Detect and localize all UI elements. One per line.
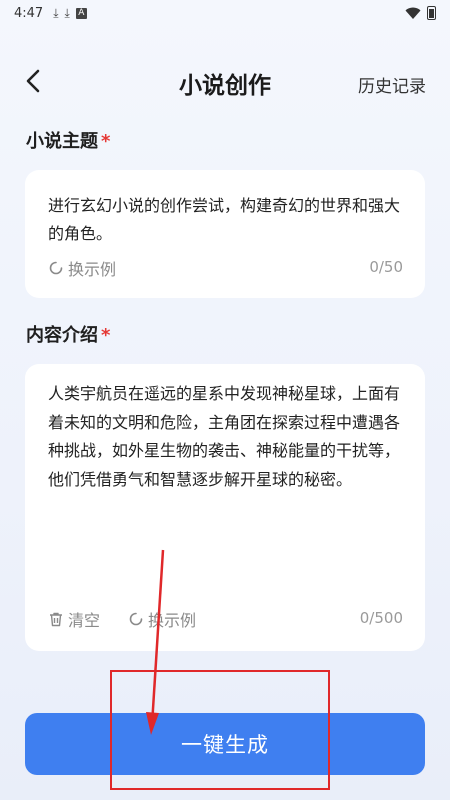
theme-label: 小说主题 * (26, 127, 110, 153)
refresh-icon (129, 612, 143, 626)
trash-icon (50, 612, 62, 627)
intro-label-text: 内容介绍 (26, 325, 98, 346)
history-button[interactable]: 历史记录 (358, 72, 426, 97)
wifi-icon (405, 7, 421, 19)
intro-input-card[interactable]: 人类宇航员在遥远的星系中发现神秘星球，上面有着未知的文明和危险，主角团在探索过程… (25, 364, 425, 651)
status-bar: 4:47 ⤓ ⤓ A (0, 0, 450, 26)
status-time: 4:47 (14, 5, 44, 21)
clear-button[interactable]: 清空 (48, 607, 100, 631)
intro-input[interactable]: 人类宇航员在遥远的星系中发现神秘星球，上面有着未知的文明和危险，主角团在探索过程… (48, 380, 405, 494)
theme-char-counter: 0/50 (369, 258, 403, 276)
download-icon: ⤓ (53, 5, 59, 20)
required-mark: * (101, 325, 111, 346)
battery-icon (427, 6, 436, 20)
theme-example-button[interactable]: 换示例 (48, 256, 116, 280)
intro-example-button[interactable]: 换示例 (128, 607, 196, 631)
intro-char-counter: 0/500 (359, 609, 403, 627)
required-mark: * (101, 131, 111, 152)
header: 小说创作 历史记录 (0, 58, 450, 106)
example-button-label: 换示例 (148, 611, 197, 630)
example-button-label: 换示例 (68, 260, 117, 279)
generate-button[interactable]: 一键生成 (25, 713, 425, 775)
back-arrow-icon[interactable] (18, 66, 48, 96)
download-icon: ⤓ (64, 5, 70, 20)
theme-label-text: 小说主题 (26, 131, 98, 152)
refresh-icon (49, 261, 63, 275)
clear-button-label: 清空 (68, 611, 101, 630)
text-a-icon: A (75, 7, 87, 19)
intro-label: 内容介绍 * (26, 321, 110, 347)
theme-input-card[interactable]: 进行玄幻小说的创作尝试，构建奇幻的世界和强大的角色。 换示例 0/50 (25, 170, 425, 298)
theme-input[interactable]: 进行玄幻小说的创作尝试，构建奇幻的世界和强大的角色。 (48, 192, 405, 248)
